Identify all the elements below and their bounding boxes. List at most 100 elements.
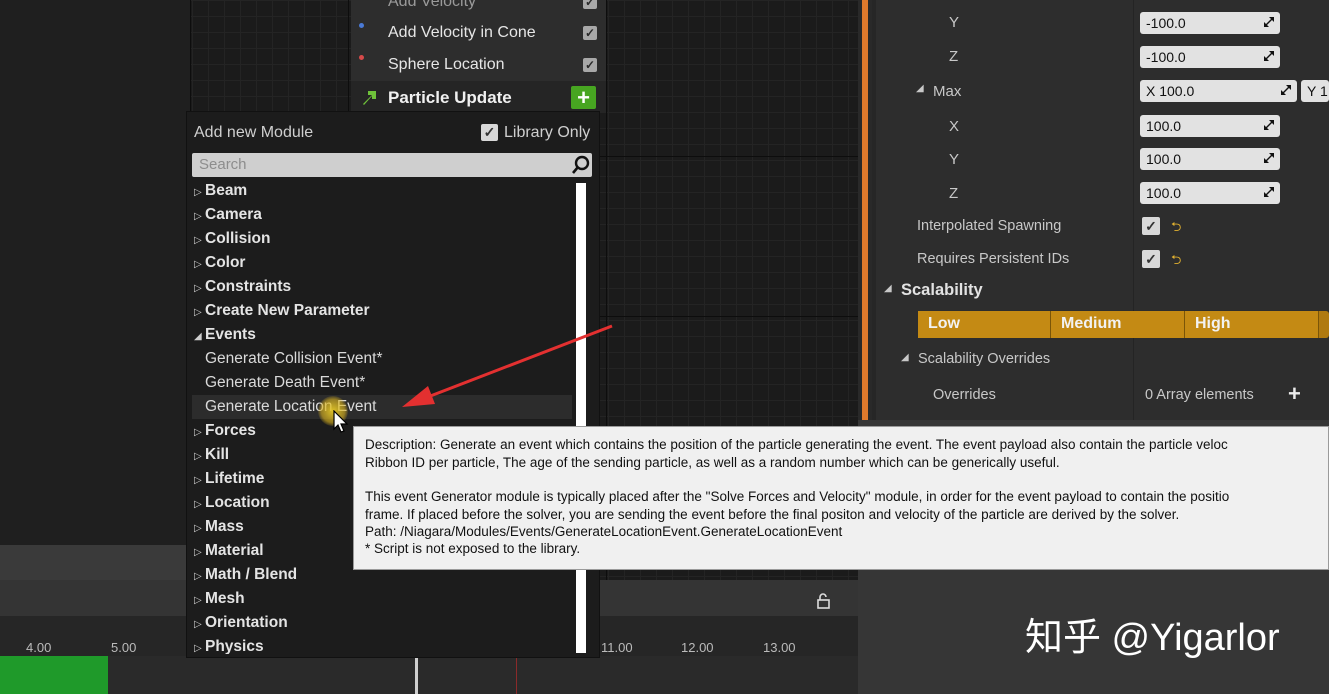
scalability-medium[interactable]: Medium — [1051, 311, 1185, 338]
timeline-end-marker — [516, 656, 517, 694]
field-value: Y 1 — [1307, 83, 1328, 99]
tooltip-path: Path: /Niagara/Modules/Events/GenerateLo… — [365, 524, 843, 539]
drag-arrows-icon — [1264, 153, 1274, 163]
persistent-ids-label: Requires Persistent IDs — [917, 251, 1070, 267]
lock-icon[interactable] — [815, 592, 833, 610]
prop-label-y: Y — [949, 14, 960, 31]
left-panel — [0, 0, 190, 545]
min-z-field[interactable]: -100.0 — [1140, 46, 1280, 68]
tooltip-line: Ribbon ID per particle, The age of the s… — [365, 455, 1060, 470]
interpolated-spawning-label: Interpolated Spawning — [917, 218, 1062, 234]
add-module-button[interactable]: + — [571, 86, 596, 109]
prop-label-x: X — [949, 118, 960, 135]
enable-checkbox[interactable]: ✓ — [583, 0, 597, 9]
drag-arrows-icon — [1264, 17, 1274, 27]
max-x-field[interactable]: X 100.0 — [1140, 80, 1297, 102]
module-generate-location-event[interactable]: Generate Location Event — [205, 398, 376, 416]
category-color[interactable]: ▷ Color — [194, 254, 245, 272]
library-only-label: Library Only — [504, 124, 591, 141]
module-label: Sphere Location — [388, 56, 505, 73]
module-row-sphere-location[interactable]: Sphere Location ✓ — [351, 49, 606, 82]
field-value: 100.0 — [1146, 118, 1182, 134]
enable-checkbox[interactable]: ✓ — [583, 58, 597, 72]
category-mass[interactable]: ▷ Mass — [194, 518, 244, 536]
scalability-levels: Low Medium High — [918, 311, 1329, 338]
category-location[interactable]: ▷ Location — [194, 494, 270, 512]
library-only-checkbox[interactable]: ✓ — [481, 124, 498, 141]
popup-title: Add new Module — [194, 124, 314, 141]
category-orientation[interactable]: ▷ Orientation — [194, 614, 288, 632]
tick-label: 11.00 — [601, 640, 633, 655]
category-mesh[interactable]: ▷ Mesh — [194, 590, 245, 608]
left-panel-footer — [0, 545, 190, 581]
overrides-label: Overrides — [933, 387, 996, 403]
tick-label: 5.00 — [111, 640, 137, 655]
reset-arrow-icon[interactable]: ⮌ — [1171, 218, 1181, 240]
module-generate-collision-event[interactable]: Generate Collision Event* — [205, 350, 383, 368]
scalability-overrides-header: Scalability Overrides — [918, 351, 1051, 367]
tooltip-line: frame. If placed before the solver, you … — [365, 507, 1180, 522]
category-material[interactable]: ▷ Material — [194, 542, 264, 560]
search-icon[interactable] — [570, 154, 592, 176]
particle-update-arrow-icon — [363, 91, 376, 105]
tick-label: 12.00 — [681, 640, 714, 655]
collapse-triangle-icon[interactable]: ◢ — [884, 283, 892, 294]
max-y-sub-field[interactable]: 100.0 — [1140, 148, 1280, 170]
tooltip-line: This event Generator module is typically… — [365, 489, 1230, 504]
category-forces[interactable]: ▷ Forces — [194, 422, 256, 440]
persistent-ids-checkbox[interactable]: ✓ — [1142, 250, 1160, 268]
interpolated-spawning-checkbox[interactable]: ✓ — [1142, 217, 1160, 235]
category-physics[interactable]: ▷ Physics — [194, 638, 264, 654]
tooltip-line: Description: Generate an event which con… — [365, 437, 1228, 452]
prop-label-z: Z — [949, 48, 959, 65]
scalability-high[interactable]: High — [1185, 311, 1319, 338]
max-y-field[interactable]: Y 1 — [1301, 80, 1329, 102]
max-z-sub-field[interactable]: 100.0 — [1140, 182, 1280, 204]
particle-update-label: Particle Update — [388, 88, 512, 107]
watermark-text: 知乎 @Yigarlor — [1025, 617, 1280, 659]
module-row-add-velocity-in-cone[interactable]: Add Velocity in Cone ✓ — [351, 17, 606, 50]
min-y-field[interactable]: -100.0 — [1140, 12, 1280, 34]
category-lifetime[interactable]: ▷ Lifetime — [194, 470, 264, 488]
category-events[interactable]: ◢ Events — [194, 326, 256, 344]
tick-label: 13.00 — [763, 640, 796, 655]
scalability-low[interactable]: Low — [918, 311, 1051, 338]
category-beam[interactable]: ▷ Beam — [194, 182, 247, 200]
module-label: Add Velocity in Cone — [388, 24, 536, 41]
timeline-track[interactable] — [0, 656, 858, 694]
tick-label: 4.00 — [26, 640, 52, 655]
category-create-new-parameter[interactable]: ▷ Create New Parameter — [194, 302, 370, 320]
category-collision[interactable]: ▷ Collision — [194, 230, 270, 248]
drag-arrows-icon — [1264, 120, 1274, 130]
module-dot — [359, 55, 364, 60]
field-value: X 100.0 — [1146, 83, 1195, 99]
prop-label-max: Max — [933, 83, 962, 100]
module-generate-death-event[interactable]: Generate Death Event* — [205, 374, 365, 392]
reset-arrow-icon[interactable]: ⮌ — [1171, 251, 1181, 273]
category-math-blend[interactable]: ▷ Math / Blend — [194, 566, 297, 584]
overrides-count: 0 Array elements — [1145, 387, 1254, 403]
panel-splitter[interactable] — [858, 0, 872, 420]
search-input[interactable] — [192, 153, 592, 177]
prop-label-z: Z — [949, 185, 959, 202]
max-x-sub-field[interactable]: 100.0 — [1140, 115, 1280, 137]
accent-bar — [862, 0, 868, 420]
prop-label-y: Y — [949, 151, 960, 168]
category-constraints[interactable]: ▷ Constraints — [194, 278, 291, 296]
add-element-button[interactable]: + — [1288, 381, 1301, 407]
module-label: Add Velocity — [388, 0, 477, 10]
field-value: -100.0 — [1146, 15, 1186, 31]
category-kill[interactable]: ▷ Kill — [194, 446, 229, 464]
enable-checkbox[interactable]: ✓ — [583, 26, 597, 40]
field-value: -100.0 — [1146, 49, 1186, 65]
timeline-scrubber[interactable] — [415, 656, 418, 694]
category-camera[interactable]: ▷ Camera — [194, 206, 262, 224]
collapse-triangle-icon[interactable]: ◢ — [901, 352, 909, 363]
timeline-range-bar[interactable] — [0, 656, 108, 694]
scalability-header: Scalability — [901, 281, 983, 299]
collapse-triangle-icon[interactable]: ◢ — [916, 83, 924, 94]
details-column-divider — [1133, 0, 1134, 420]
annotation-arrow — [402, 324, 613, 407]
drag-arrows-icon — [1281, 85, 1291, 95]
field-value: 100.0 — [1146, 185, 1182, 201]
